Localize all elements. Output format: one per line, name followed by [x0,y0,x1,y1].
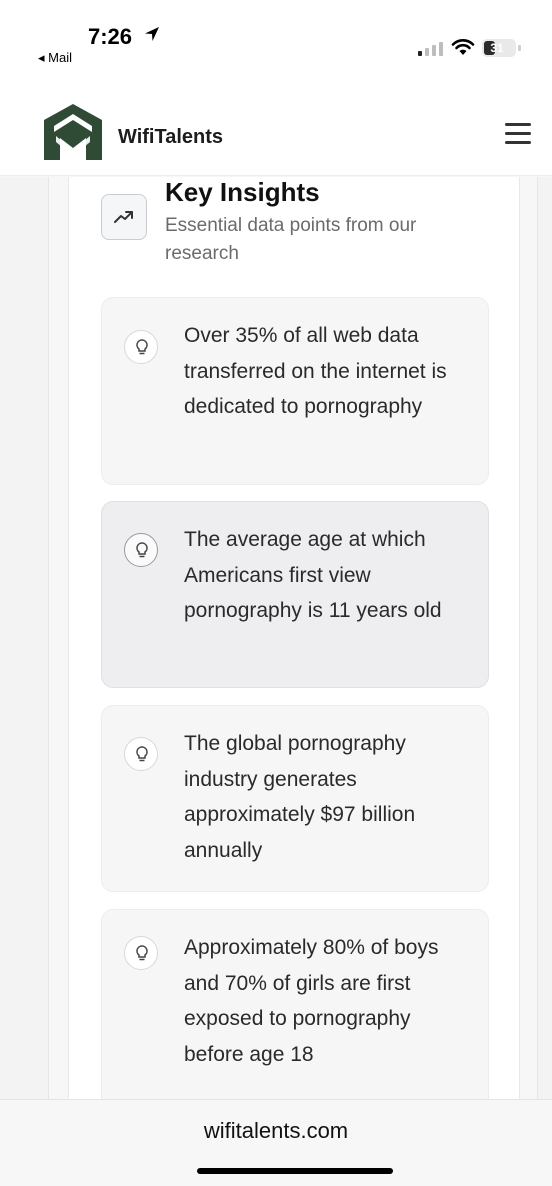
trend-up-icon [101,194,147,240]
location-arrow-icon [145,27,159,41]
page-content: Key Insights Essential data points from … [0,177,552,1099]
key-insights-title: Key Insights [165,177,320,207]
logo-icon[interactable] [42,102,104,162]
wifi-icon [451,39,475,55]
battery-nub [518,45,521,51]
url-text[interactable]: wifitalents.com [0,1118,552,1144]
back-to-mail-link[interactable]: ◂ Mail [38,50,72,66]
lightbulb-icon [124,737,158,771]
signal-icon [418,42,443,56]
brand-name[interactable]: WifiTalents [118,126,223,149]
insight-card-active[interactable]: The average age at which Americans first… [101,501,489,688]
home-indicator[interactable] [197,1168,393,1174]
battery-icon: 31 [482,39,516,57]
battery-level: 31 [490,41,504,55]
insight-text: Over 35% of all web data transferred on … [184,324,447,418]
insight-card[interactable]: Approximately 80% of boys and 70% of gir… [101,909,489,1099]
lightbulb-icon [124,533,158,567]
status-time: 7:26 [88,24,133,49]
insight-card[interactable]: Over 35% of all web data transferred on … [101,297,489,485]
key-insights-subtitle: Essential data points from our research [165,215,417,264]
lightbulb-icon [124,330,158,364]
insight-card[interactable]: The global pornography industry generate… [101,705,489,892]
browser-url-bar[interactable]: wifitalents.com [0,1099,552,1186]
site-header: WifiTalents [0,90,552,176]
hamburger-menu-icon[interactable] [505,123,531,145]
lightbulb-icon [124,936,158,970]
phone-screen: 7:26 ◂ Mail 31 WifiTalents Key Insights … [0,0,552,1186]
insight-text: The average age at which Americans first… [184,528,442,622]
insight-text: The global pornography industry generate… [184,732,416,862]
insight-text: Approximately 80% of boys and 70% of gir… [184,936,439,1066]
status-bar: 7:26 ◂ Mail 31 [0,0,552,90]
